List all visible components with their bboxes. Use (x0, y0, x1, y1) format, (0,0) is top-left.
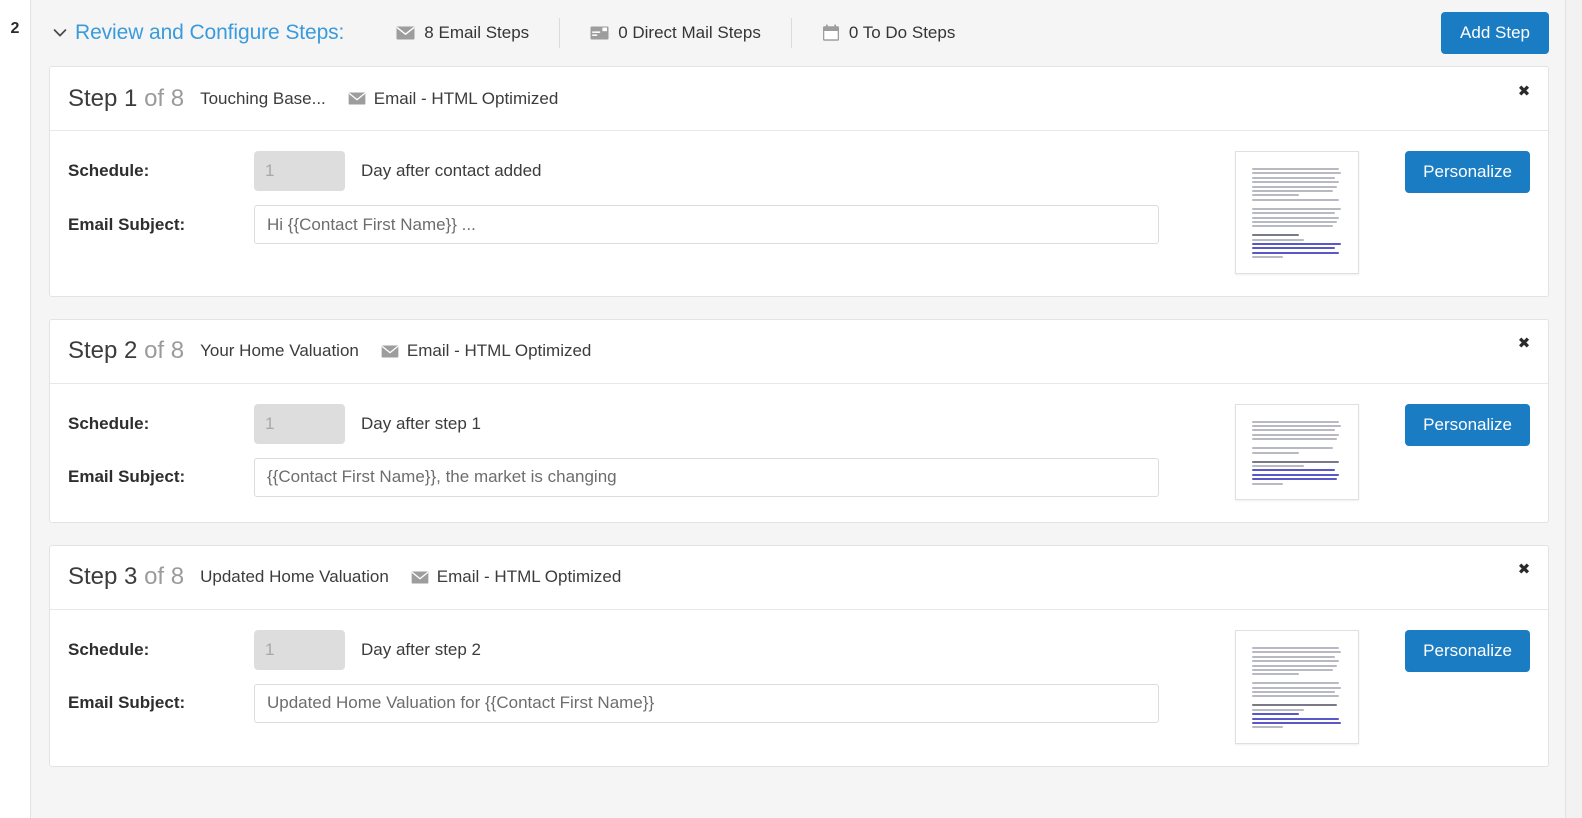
email-preview-thumbnail[interactable] (1235, 403, 1360, 500)
page-right-gutter (1566, 0, 1582, 818)
step-type-label: Email - HTML Optimized (406, 341, 592, 361)
step-heading: Step 2 of 8 (68, 337, 184, 365)
direct-mail-icon (590, 25, 609, 41)
step-fields: Schedule: Day after step 1 Email Subject… (68, 403, 1217, 500)
schedule-day-input[interactable] (254, 629, 345, 670)
step-name: Touching Base... (200, 88, 326, 108)
schedule-day-input[interactable] (254, 151, 345, 191)
email-preview-content (1243, 158, 1352, 267)
step-heading-text: Step 2 (68, 337, 138, 365)
step-fields: Schedule: Day after step 2 Email Subject… (68, 629, 1217, 744)
schedule-label: Schedule: (68, 161, 150, 180)
step-card-body: Schedule: Day after step 1 Email Subject… (50, 384, 1548, 522)
schedule-row: Schedule: Day after step 1 (68, 403, 1217, 444)
email-subject-row: Email Subject: (68, 457, 1217, 497)
schedule-label: Schedule: (68, 413, 150, 433)
schedule-label: Schedule: (68, 639, 150, 659)
step-name: Your Home Valuation (200, 341, 359, 361)
step-number-gutter: 2 (0, 0, 31, 818)
step-card-body: Schedule: Day after contact added Email … (50, 131, 1548, 296)
schedule-row: Schedule: Day after contact added (68, 151, 1217, 191)
email-preview-thumbnail[interactable] (1235, 151, 1360, 274)
section-number: 2 (10, 20, 20, 37)
panel-header: Review and Configure Steps: 8 Email Step… (31, 0, 1565, 66)
schedule-relative-text: Day after step 2 (361, 639, 482, 659)
email-subject-label: Email Subject: (68, 467, 186, 487)
schedule-row: Schedule: Day after step 2 (68, 629, 1217, 670)
step-fields: Schedule: Day after contact added Email … (68, 151, 1217, 274)
email-preview-content (1243, 410, 1352, 493)
step-card-aside: Personalize (1217, 151, 1530, 274)
email-steps-label: 8 Email Steps (424, 23, 530, 42)
email-subject-row: Email Subject: (68, 683, 1217, 723)
email-preview-content (1243, 636, 1352, 737)
email-subject-label: Email Subject: (68, 214, 186, 234)
step-heading-text: Step 3 (68, 563, 138, 591)
direct-mail-steps-count: 0 Direct Mail Steps (559, 18, 791, 48)
email-subject-input[interactable] (254, 457, 1159, 497)
step-card-aside: Personalize (1217, 403, 1530, 500)
step-card-header: Step 1 of 8 Touching Base... Email - HTM… (50, 67, 1548, 131)
add-step-button[interactable]: Add Step (1441, 12, 1549, 54)
configure-steps-panel: Review and Configure Steps: 8 Email Step… (31, 0, 1566, 818)
personalize-button[interactable]: Personalize (1405, 403, 1530, 446)
calendar-icon (822, 24, 840, 42)
step-card-aside: Personalize (1217, 629, 1530, 744)
step-card-body: Schedule: Day after step 2 Email Subject… (50, 610, 1548, 766)
step-type-label: Email - HTML Optimized (436, 567, 622, 587)
step-type: Email - HTML Optimized (381, 341, 592, 361)
envelope-icon (381, 345, 399, 358)
step-heading: Step 3 of 8 (68, 563, 184, 591)
envelope-icon (396, 26, 415, 40)
step-card: ✖ Step 3 of 8 Updated Home Valuation Ema… (49, 544, 1549, 767)
step-card: ✖ Step 2 of 8 Your Home Valuation Email … (49, 318, 1549, 523)
step-card-header: Step 2 of 8 Your Home Valuation Email - … (50, 320, 1548, 384)
todo-steps-label: 0 To Do Steps (848, 23, 956, 42)
step-heading-text: Step 1 (68, 84, 138, 112)
envelope-icon (348, 92, 366, 105)
schedule-relative-text: Day after contact added (361, 161, 542, 180)
panel-title[interactable]: Review and Configure Steps: (75, 21, 344, 45)
step-card: ✖ Step 1 of 8 Touching Base... Email - H… (49, 66, 1549, 297)
todo-steps-count: 0 To Do Steps (790, 18, 985, 48)
envelope-icon (411, 571, 429, 584)
step-card-header: Step 3 of 8 Updated Home Valuation Email… (50, 546, 1548, 610)
direct-mail-steps-label: 0 Direct Mail Steps (618, 23, 761, 42)
step-type: Email - HTML Optimized (348, 88, 559, 109)
personalize-button[interactable]: Personalize (1405, 629, 1530, 672)
step-of-total: of 8 (144, 84, 185, 112)
step-of-total: of 8 (144, 337, 185, 365)
step-type: Email - HTML Optimized (411, 567, 622, 587)
email-steps-count: 8 Email Steps (366, 18, 559, 48)
email-subject-label: Email Subject: (68, 693, 186, 713)
email-preview-thumbnail[interactable] (1235, 629, 1360, 744)
steps-list: ✖ Step 1 of 8 Touching Base... Email - H… (31, 66, 1565, 767)
email-subject-row: Email Subject: (68, 205, 1217, 244)
remove-step-button[interactable]: ✖ (1514, 334, 1534, 354)
step-type-label: Email - HTML Optimized (373, 88, 559, 108)
chevron-down-icon[interactable] (49, 22, 71, 44)
remove-step-button[interactable]: ✖ (1514, 81, 1534, 101)
schedule-relative-text: Day after step 1 (361, 413, 482, 433)
remove-step-button[interactable]: ✖ (1514, 560, 1534, 580)
step-of-total: of 8 (144, 563, 185, 591)
step-type-counts: 8 Email Steps 0 Direct Mail Steps 0 To D… (366, 18, 985, 48)
sequence-builder-screen: 2 Review and Configure Steps: 8 Email St… (0, 0, 1582, 818)
schedule-day-input[interactable] (254, 403, 345, 444)
step-heading: Step 1 of 8 (68, 85, 184, 113)
email-subject-input[interactable] (254, 205, 1159, 244)
email-subject-input[interactable] (254, 683, 1159, 723)
step-name: Updated Home Valuation (200, 567, 389, 587)
personalize-button[interactable]: Personalize (1405, 151, 1530, 193)
